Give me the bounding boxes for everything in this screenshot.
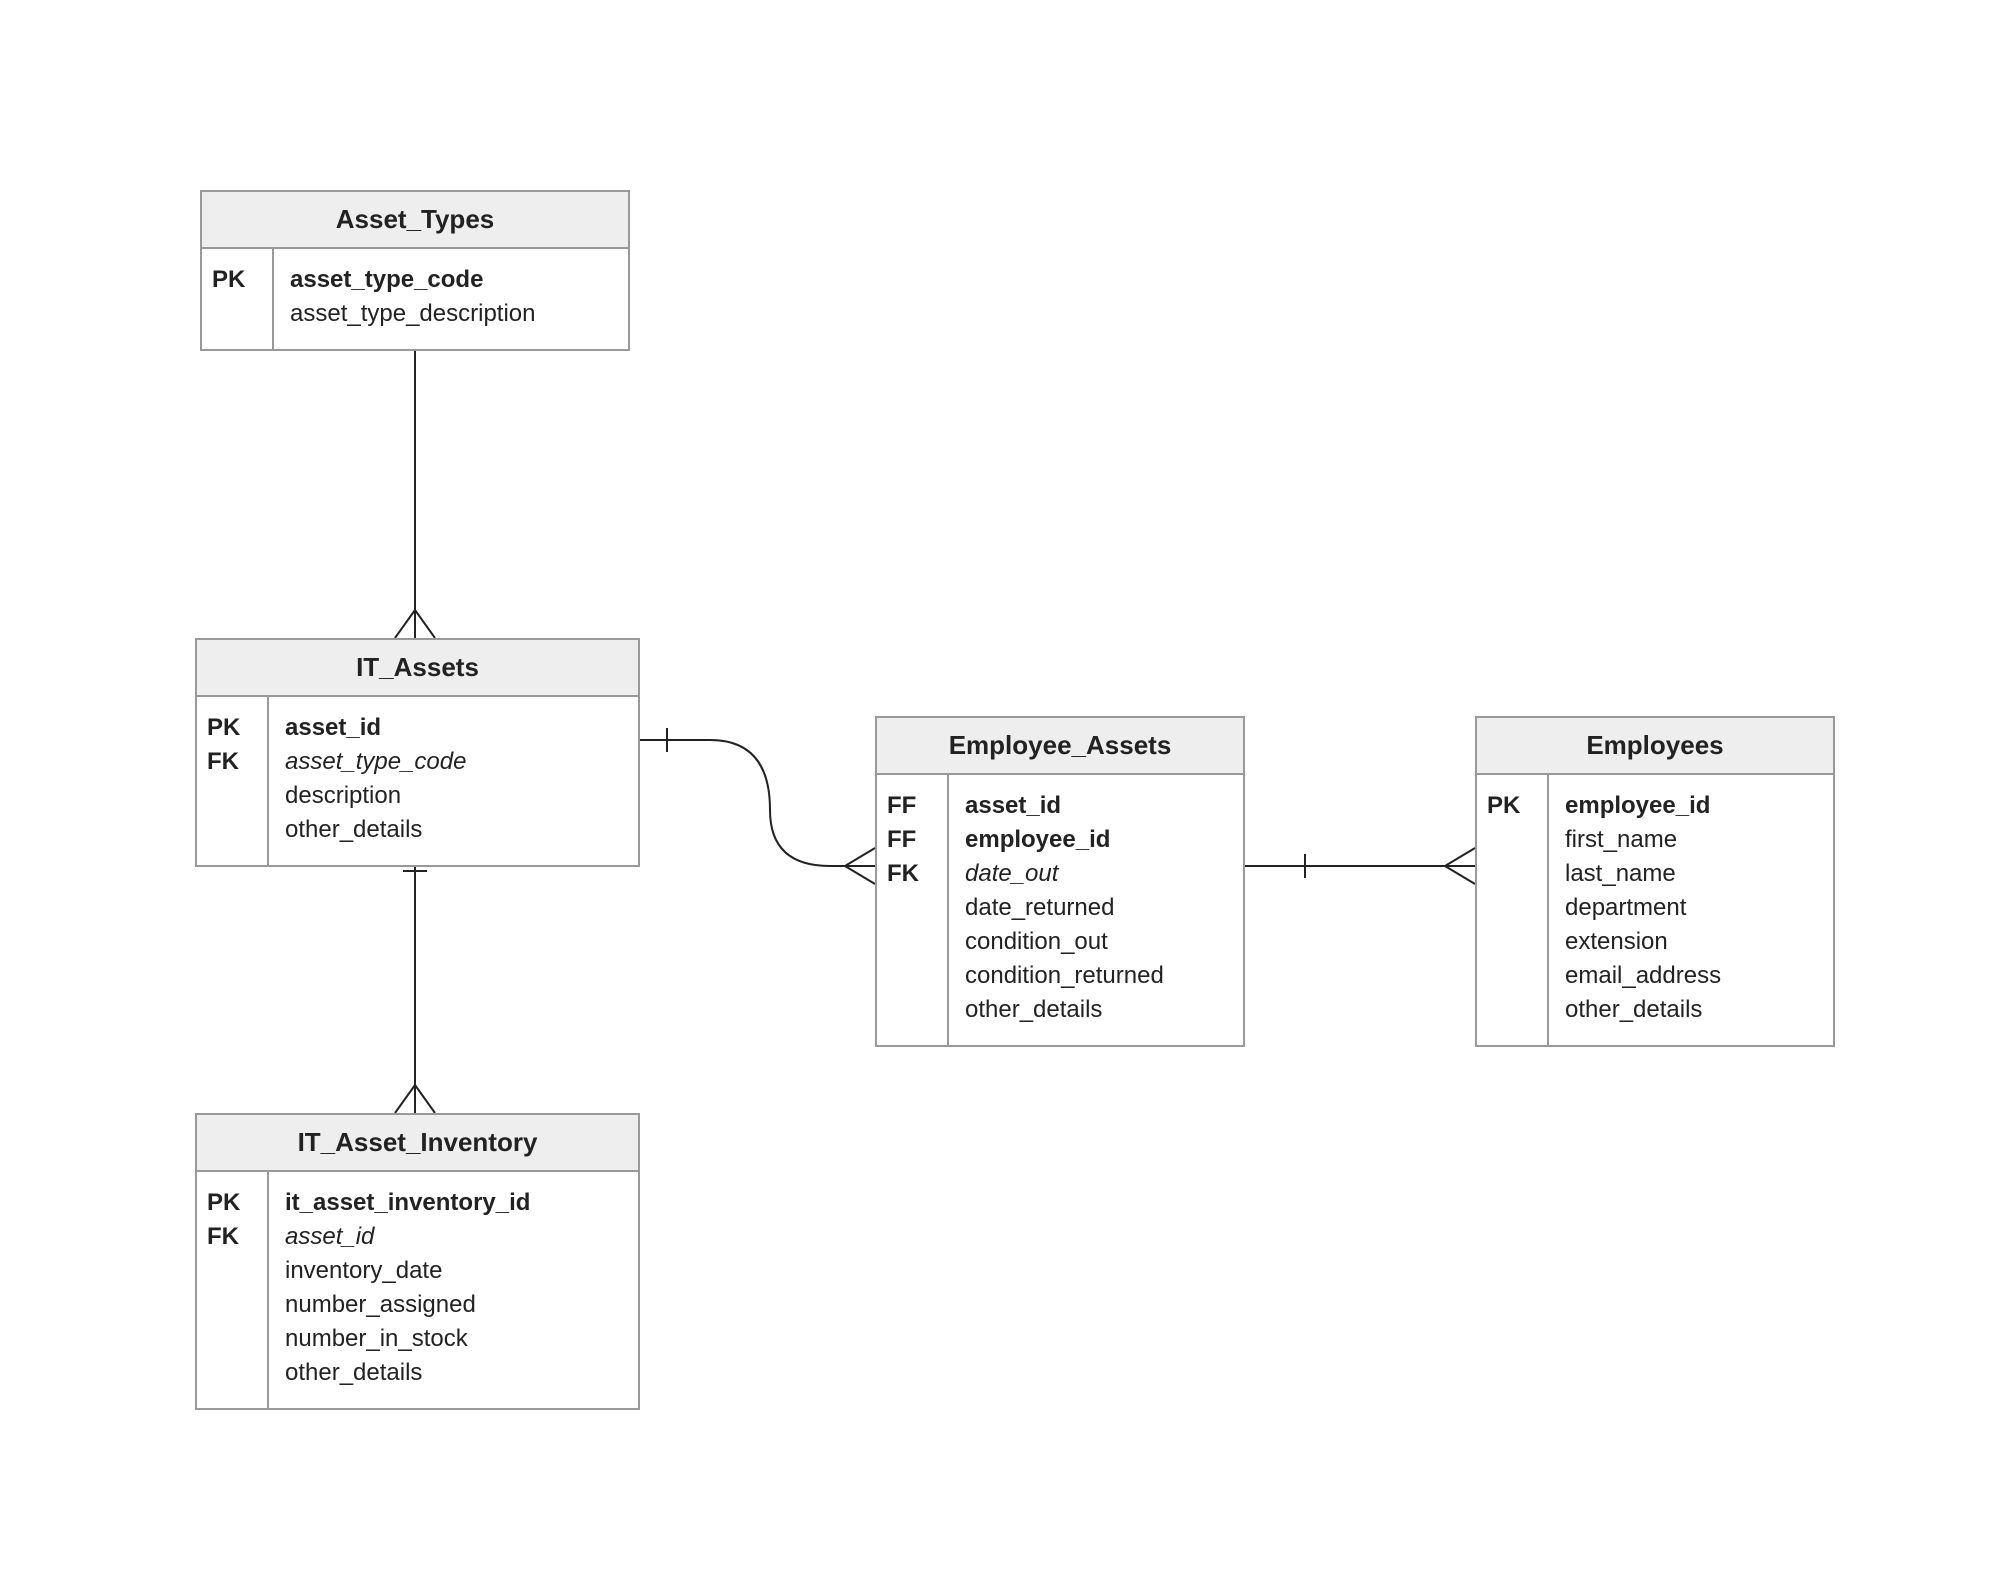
field: email_address (1565, 959, 1817, 993)
key-column: PK FK (197, 1172, 269, 1408)
field: other_details (285, 1356, 622, 1390)
field: inventory_date (285, 1254, 622, 1288)
entity-it-asset-inventory: IT_Asset_Inventory PK FK it_asset_invent… (195, 1113, 640, 1410)
field: asset_id (285, 1220, 622, 1254)
key-column: PK (202, 249, 274, 349)
field: first_name (1565, 823, 1817, 857)
field-column: asset_type_code asset_type_description (274, 249, 628, 349)
field-column: it_asset_inventory_id asset_id inventory… (269, 1172, 638, 1408)
key-label: PK (1487, 789, 1537, 823)
entity-body: PK FK it_asset_inventory_id asset_id inv… (197, 1172, 638, 1408)
field: it_asset_inventory_id (285, 1186, 622, 1220)
field: employee_id (1565, 789, 1817, 823)
entity-title: Asset_Types (202, 192, 628, 249)
entity-title: Employees (1477, 718, 1833, 775)
field: asset_id (965, 789, 1227, 823)
field: condition_out (965, 925, 1227, 959)
field: other_details (285, 813, 622, 847)
rel-itassets-employeeassets (640, 728, 875, 884)
field-column: asset_id employee_id date_out date_retur… (949, 775, 1243, 1045)
entity-employee-assets: Employee_Assets FF FF FK asset_id employ… (875, 716, 1245, 1047)
field: date_returned (965, 891, 1227, 925)
field: asset_type_code (290, 263, 612, 297)
rel-assettypes-itassets (395, 322, 435, 638)
field: other_details (1565, 993, 1817, 1027)
rel-employees-employeeassets (1245, 848, 1475, 884)
field: other_details (965, 993, 1227, 1027)
key-column: FF FF FK (877, 775, 949, 1045)
field: employee_id (965, 823, 1227, 857)
key-label: FK (887, 857, 937, 891)
entity-asset-types: Asset_Types PK asset_type_code asset_typ… (200, 190, 630, 351)
entity-body: PK employee_id first_name last_name depa… (1477, 775, 1833, 1045)
field: asset_type_code (285, 745, 622, 779)
field-column: employee_id first_name last_name departm… (1549, 775, 1833, 1045)
entity-title: Employee_Assets (877, 718, 1243, 775)
key-column: PK FK (197, 697, 269, 865)
field: date_out (965, 857, 1227, 891)
field: description (285, 779, 622, 813)
field: condition_returned (965, 959, 1227, 993)
field: asset_id (285, 711, 622, 745)
entity-body: PK FK asset_id asset_type_code descripti… (197, 697, 638, 865)
entity-body: PK asset_type_code asset_type_descriptio… (202, 249, 628, 349)
field: number_in_stock (285, 1322, 622, 1356)
key-label: PK (207, 711, 257, 745)
key-label: PK (212, 263, 262, 297)
er-diagram-canvas: Asset_Types PK asset_type_code asset_typ… (0, 0, 2006, 1570)
field: number_assigned (285, 1288, 622, 1322)
key-column: PK (1477, 775, 1549, 1045)
key-label: FF (887, 789, 937, 823)
entity-it-assets: IT_Assets PK FK asset_id asset_type_code… (195, 638, 640, 867)
field: asset_type_description (290, 297, 612, 331)
entity-title: IT_Asset_Inventory (197, 1115, 638, 1172)
rel-itassets-inventory (395, 846, 435, 1113)
field-column: asset_id asset_type_code description oth… (269, 697, 638, 865)
key-label: FK (207, 745, 257, 779)
field: last_name (1565, 857, 1817, 891)
key-label: FF (887, 823, 937, 857)
entity-body: FF FF FK asset_id employee_id date_out d… (877, 775, 1243, 1045)
key-label: PK (207, 1186, 257, 1220)
field: department (1565, 891, 1817, 925)
entity-employees: Employees PK employee_id first_name last… (1475, 716, 1835, 1047)
field: extension (1565, 925, 1817, 959)
key-label: FK (207, 1220, 257, 1254)
entity-title: IT_Assets (197, 640, 638, 697)
